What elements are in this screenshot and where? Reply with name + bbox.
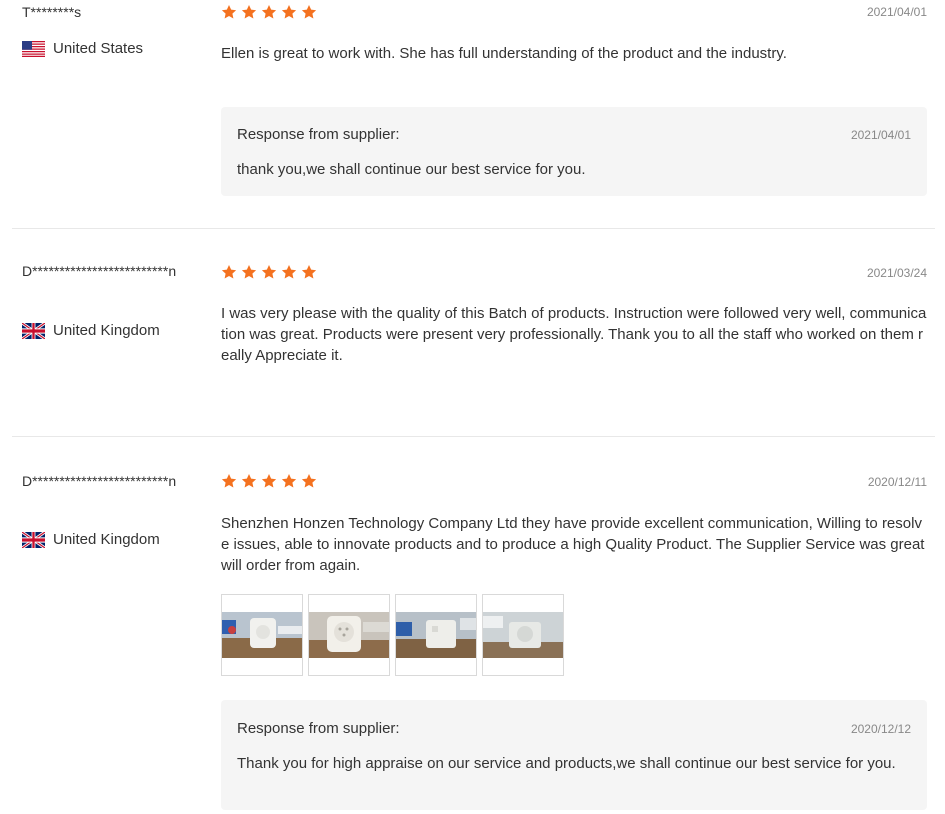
country-label: United Kingdom — [53, 322, 160, 339]
review-text: Shenzhen Honzen Technology Company Ltd t… — [221, 515, 925, 574]
star-icon — [261, 5, 277, 19]
review-item: T********s United States 2021/04/01 Elle… — [12, 0, 935, 228]
star-icon — [281, 474, 297, 488]
response-title: Response from supplier: — [237, 720, 400, 737]
review-date: 2020/12/11 — [867, 475, 927, 489]
reviewer-country: United Kingdom — [22, 531, 160, 548]
reviewer-name: D*************************n — [22, 263, 177, 279]
us-flag-icon — [22, 40, 45, 57]
star-icon — [241, 5, 257, 19]
review-text: Ellen is great to work with. She has ful… — [221, 45, 787, 62]
reviewer-country: United Kingdom — [22, 322, 160, 339]
review-item: D*************************n United Kingd… — [12, 229, 935, 436]
star-icon — [301, 474, 317, 488]
review-photo-thumbnail[interactable] — [395, 594, 477, 676]
review-photo-thumbnail[interactable] — [221, 594, 303, 676]
review-item: D*************************n United Kingd… — [12, 437, 935, 814]
reviewer-country: United States — [22, 40, 143, 57]
star-icon — [241, 474, 257, 488]
review-photos — [221, 594, 564, 676]
review-photo-thumbnail[interactable] — [482, 594, 564, 676]
review-photo-thumbnail[interactable] — [308, 594, 390, 676]
star-icon — [281, 265, 297, 279]
star-icon — [221, 5, 237, 19]
supplier-response: Response from supplier: 2021/04/01 thank… — [221, 107, 927, 196]
star-rating — [221, 264, 317, 280]
response-date: 2020/12/12 — [850, 722, 911, 736]
star-icon — [221, 474, 237, 488]
star-icon — [221, 265, 237, 279]
star-icon — [281, 5, 297, 19]
star-rating — [221, 4, 317, 20]
reviewer-name: D*************************n — [22, 473, 177, 489]
response-title: Response from supplier: — [237, 126, 400, 143]
star-icon — [261, 474, 277, 488]
supplier-response: Response from supplier: 2020/12/12 Thank… — [221, 700, 927, 810]
country-label: United Kingdom — [53, 531, 160, 548]
review-text: I was very please with the quality of th… — [221, 305, 927, 364]
star-icon — [261, 265, 277, 279]
country-label: United States — [53, 40, 144, 57]
star-icon — [301, 265, 317, 279]
uk-flag-icon — [22, 322, 45, 339]
uk-flag-icon — [22, 531, 45, 548]
review-date: 2021/04/01 — [866, 5, 927, 19]
review-date: 2021/03/24 — [866, 266, 927, 280]
star-rating — [221, 473, 317, 489]
response-text: Thank you for high appraise on our servi… — [237, 755, 896, 772]
response-text: thank you,we shall continue our best ser… — [237, 161, 586, 178]
response-date: 2021/04/01 — [850, 128, 911, 142]
star-icon — [301, 5, 317, 19]
reviewer-name: T********s — [22, 4, 82, 20]
star-icon — [241, 265, 257, 279]
